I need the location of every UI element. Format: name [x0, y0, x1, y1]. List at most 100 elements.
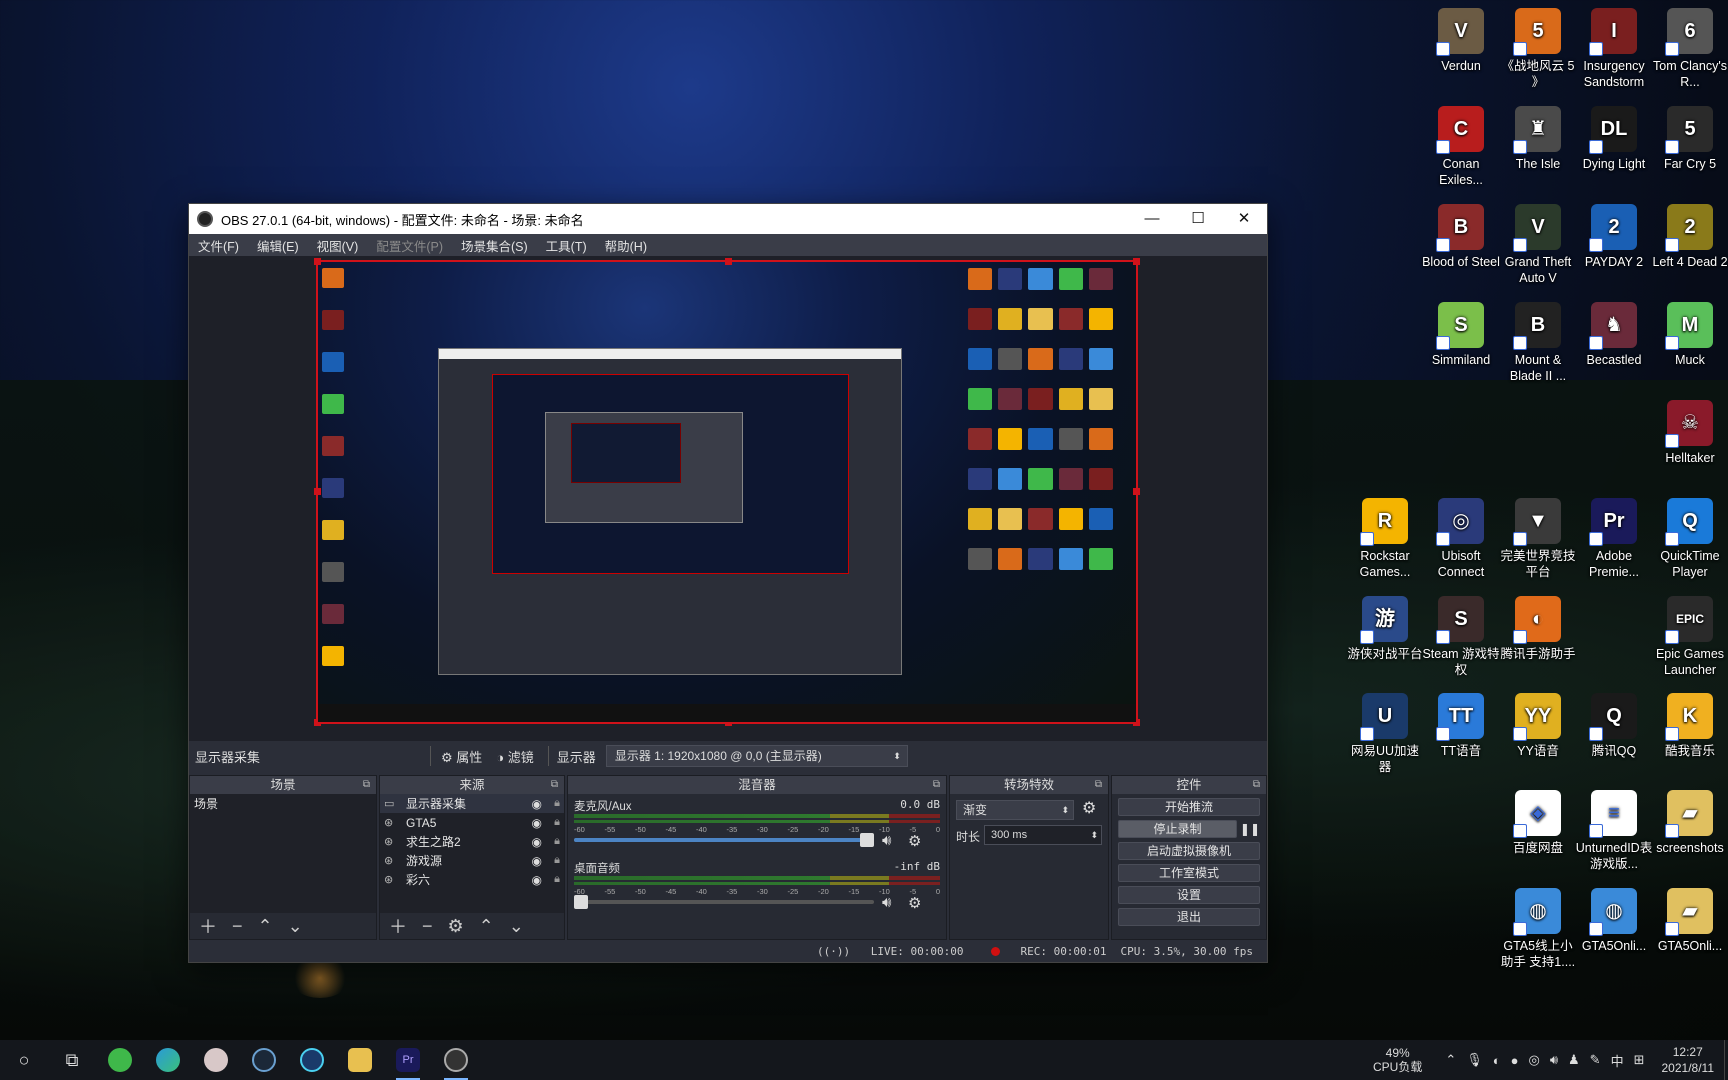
- gear-icon[interactable]: ⚙: [908, 894, 921, 912]
- undock-icon[interactable]: ⧉: [363, 776, 370, 794]
- menu-scene-collection[interactable]: 场景集合(S): [452, 236, 537, 255]
- move-up-button[interactable]: ⌃: [479, 916, 494, 937]
- menu-edit[interactable]: 编辑(E): [248, 236, 308, 255]
- source-item[interactable]: ⊛ 彩六 ◉ 🔒︎: [380, 870, 564, 889]
- ime-indicator[interactable]: 中: [1611, 1051, 1624, 1070]
- spinner-icon[interactable]: ⬍: [1090, 826, 1098, 844]
- desktop-shortcut[interactable]: K 酷我音乐: [1651, 693, 1728, 759]
- menu-file[interactable]: 文件(F): [189, 236, 248, 255]
- move-down-button[interactable]: ⌄: [509, 916, 524, 937]
- pen-icon[interactable]: ✎: [1590, 1052, 1601, 1068]
- desktop-shortcut[interactable]: ◐ 腾讯手游助手: [1499, 596, 1577, 662]
- lock-icon[interactable]: 🔒︎: [554, 854, 560, 867]
- undock-icon[interactable]: ⧉: [1095, 776, 1102, 794]
- source-item[interactable]: ⊛ GTA5 ◉ 🔒︎: [380, 813, 564, 832]
- undock-icon[interactable]: ⧉: [551, 776, 558, 794]
- obs-titlebar[interactable]: OBS 27.0.1 (64-bit, windows) - 配置文件: 未命名…: [189, 204, 1267, 234]
- move-up-button[interactable]: ⌃: [258, 916, 273, 937]
- desktop-shortcut[interactable]: V Grand Theft Auto V: [1499, 204, 1577, 286]
- close-button[interactable]: ✕: [1221, 204, 1267, 234]
- duration-input[interactable]: 300 ms ⬍: [984, 825, 1102, 845]
- desktop-shortcut[interactable]: Q QuickTime Player: [1651, 498, 1728, 580]
- wechat-tray-icon[interactable]: ●: [1511, 1053, 1519, 1068]
- desktop-shortcut[interactable]: ▼ 完美世界竞技平台: [1499, 498, 1577, 580]
- desktop-shortcut[interactable]: ◍ GTA5Onli...: [1575, 888, 1653, 954]
- volume-slider[interactable]: [574, 833, 874, 847]
- desktop-shortcut[interactable]: Pr Adobe Premie...: [1575, 498, 1653, 580]
- remove-source-button[interactable]: −: [422, 916, 433, 937]
- visibility-eye-icon[interactable]: ◉: [532, 835, 542, 849]
- edge-icon[interactable]: [144, 1040, 192, 1080]
- source-settings-gear-icon[interactable]: ⚙: [448, 916, 464, 937]
- add-scene-button[interactable]: ＋: [199, 913, 217, 939]
- desktop-shortcut[interactable]: 6 Tom Clancy's R...: [1651, 8, 1728, 90]
- desktop-shortcut[interactable]: ☠ Helltaker: [1651, 400, 1728, 466]
- premiere-icon[interactable]: Pr: [384, 1040, 432, 1080]
- desktop-shortcut[interactable]: R Rockstar Games...: [1346, 498, 1424, 580]
- settings-button[interactable]: 设置: [1118, 886, 1260, 904]
- desktop-shortcut[interactable]: C Conan Exiles...: [1422, 106, 1500, 188]
- gear-icon[interactable]: ⚙: [908, 832, 921, 850]
- desktop-shortcut[interactable]: Q 腾讯QQ: [1575, 693, 1653, 759]
- cpu-load-widget[interactable]: 49% CPU负载: [1373, 1046, 1422, 1074]
- exit-button[interactable]: 退出: [1118, 908, 1260, 926]
- desktop-shortcut[interactable]: ◎ Ubisoft Connect: [1422, 498, 1500, 580]
- desktop-shortcut[interactable]: S Steam 游戏特权: [1422, 596, 1500, 678]
- clock[interactable]: 12:27 2021/8/11: [1662, 1044, 1715, 1076]
- desktop-shortcut[interactable]: DL Dying Light: [1575, 106, 1653, 172]
- start-streaming-button[interactable]: 开始推流: [1118, 798, 1260, 816]
- transition-select[interactable]: 渐变 ⬍: [956, 800, 1074, 820]
- desktop-shortcut[interactable]: B Blood of Steel: [1422, 204, 1500, 270]
- move-down-button[interactable]: ⌄: [288, 916, 303, 937]
- source-item[interactable]: ▭ 显示器采集 ◉ 🔒︎: [380, 794, 564, 813]
- visibility-eye-icon[interactable]: ◉: [532, 873, 542, 887]
- desktop-shortcut[interactable]: 2 PAYDAY 2: [1575, 204, 1653, 270]
- app-icon[interactable]: [192, 1040, 240, 1080]
- chevron-up-icon[interactable]: ⌃: [1445, 1052, 1456, 1068]
- add-source-button[interactable]: ＋: [389, 913, 407, 939]
- undock-icon[interactable]: ⧉: [933, 776, 940, 794]
- network-icon[interactable]: ◎: [1528, 1052, 1539, 1068]
- start-virtual-camera-button[interactable]: 启动虚拟摄像机: [1118, 842, 1260, 860]
- lock-icon[interactable]: 🔒︎: [554, 873, 560, 886]
- keyboard-icon[interactable]: ⊞: [1634, 1052, 1645, 1068]
- scenes-list[interactable]: 场景: [190, 794, 376, 913]
- lock-icon[interactable]: 🔒︎: [554, 816, 560, 829]
- desktop-shortcut[interactable]: ♜ The Isle: [1499, 106, 1577, 172]
- desktop-shortcut[interactable]: 游游侠对战平台: [1346, 596, 1424, 662]
- steam-tray-icon[interactable]: ◐: [1493, 1053, 1501, 1068]
- desktop-shortcut[interactable]: ▰ screenshots: [1651, 790, 1728, 856]
- minimize-button[interactable]: —: [1129, 204, 1175, 234]
- desktop-shortcut[interactable]: ▰ GTA5Onli...: [1651, 888, 1728, 954]
- desktop-shortcut[interactable]: ≡ UnturnedID表 游戏版...: [1575, 790, 1653, 872]
- undock-icon[interactable]: ⧉: [1253, 776, 1260, 794]
- desktop-shortcut[interactable]: V Verdun: [1422, 8, 1500, 74]
- volume-slider-knob[interactable]: [860, 833, 874, 847]
- desktop-shortcut[interactable]: YY YY语音: [1499, 693, 1577, 759]
- desktop-shortcut[interactable]: TT TT语音: [1422, 693, 1500, 759]
- sources-list[interactable]: ▭ 显示器采集 ◉ 🔒︎ ⊛ GTA5 ◉ 🔒︎ ⊛ 求生之路2 ◉ 🔒︎ ⊛ 游戏源 ◉ 🔒︎ ⊛ 彩六…: [380, 794, 564, 913]
- microphone-icon[interactable]: 🎙︎: [1466, 1052, 1483, 1068]
- studio-mode-button[interactable]: 工作室模式: [1118, 864, 1260, 882]
- uu-icon[interactable]: [288, 1040, 336, 1080]
- source-item[interactable]: ⊛ 游戏源 ◉ 🔒︎: [380, 851, 564, 870]
- properties-button[interactable]: ⚙ 属性: [441, 747, 482, 766]
- resize-handle[interactable]: [314, 258, 321, 265]
- scene-item[interactable]: 场景: [190, 794, 376, 813]
- preview-canvas[interactable]: [314, 258, 1140, 726]
- speaker-icon[interactable]: 🔊︎: [882, 894, 891, 911]
- preview-area[interactable]: [189, 256, 1267, 741]
- desktop-shortcut[interactable]: EPIC Epic Games Launcher: [1651, 596, 1728, 678]
- desktop-shortcut[interactable]: B Mount & Blade II ...: [1499, 302, 1577, 384]
- desktop-shortcut[interactable]: 5 Far Cry 5: [1651, 106, 1728, 172]
- task-view-icon[interactable]: ⧉: [48, 1040, 96, 1080]
- volume-slider-knob[interactable]: [574, 895, 588, 909]
- menu-help[interactable]: 帮助(H): [596, 236, 656, 255]
- lock-icon[interactable]: 🔒︎: [554, 835, 560, 848]
- resize-handle[interactable]: [314, 488, 321, 495]
- obs-icon[interactable]: [432, 1040, 480, 1080]
- wechat-icon[interactable]: [96, 1040, 144, 1080]
- speaker-icon[interactable]: 🔊︎: [882, 832, 891, 849]
- desktop-shortcut[interactable]: 2 Left 4 Dead 2: [1651, 204, 1728, 270]
- visibility-eye-icon[interactable]: ◉: [532, 816, 542, 830]
